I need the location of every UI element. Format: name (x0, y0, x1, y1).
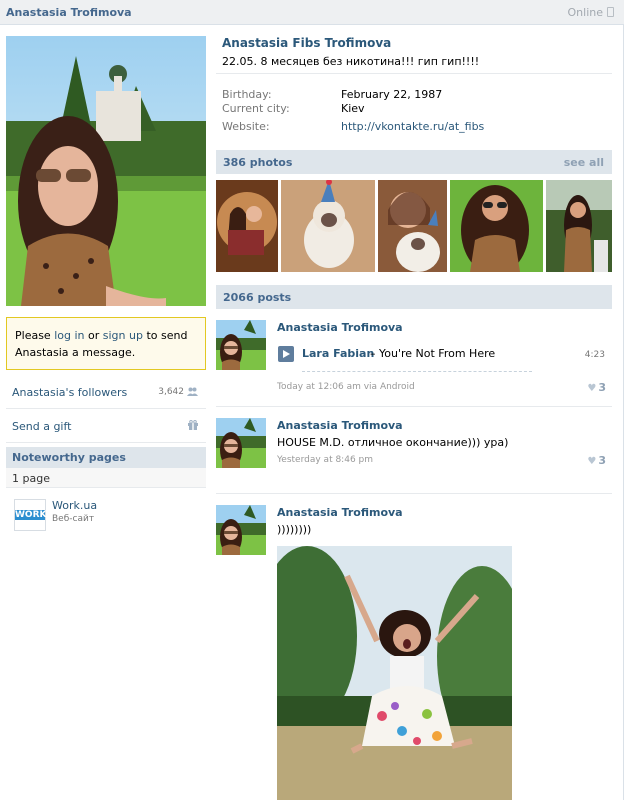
info-value: February 22, 1987 (341, 88, 443, 101)
post-author-name[interactable]: Anastasia Trofimova (277, 321, 403, 334)
info-key: Birthday: (222, 88, 272, 101)
profile-photo[interactable] (6, 36, 206, 306)
heart-icon: ♥ (587, 383, 597, 394)
info-value: Kiev (341, 102, 365, 115)
info-row-website: Website: http://vkontakte.ru/at_fibs (222, 120, 612, 138)
login-link[interactable]: log in (54, 329, 84, 342)
post-author-avatar[interactable] (216, 320, 266, 370)
info-key: Website: (222, 120, 270, 133)
pages-count: 1 page (12, 472, 50, 485)
posts-title: 2066 posts (223, 291, 292, 304)
pages-count-header: 1 page (6, 468, 206, 488)
noteworthy-pages-title: Noteworthy pages (12, 451, 126, 464)
audio-artist[interactable]: Lara Fabian (302, 347, 374, 360)
info-row-city: Current city: Kiev (222, 102, 612, 120)
send-gift-label[interactable]: Send a gift (12, 420, 71, 433)
audio-title: – You're Not From Here (370, 347, 496, 360)
profile-status: 22.05. 8 месяцев без никотина!!! гип гип… (222, 55, 480, 68)
page-title-link[interactable]: Work.ua (52, 499, 97, 512)
signup-link[interactable]: sign up (103, 329, 143, 342)
like-button[interactable]: ♥ 3 (587, 454, 606, 467)
work-ua-logo-text: WORK (15, 510, 47, 520)
like-count: 3 (598, 381, 606, 394)
like-count: 3 (598, 454, 606, 467)
page-subtitle: Веб-сайт (52, 514, 95, 524)
heart-icon: ♥ (587, 456, 597, 467)
photo-thumb[interactable] (546, 180, 612, 272)
audio-progress-line[interactable] (302, 371, 532, 372)
audio-duration: 4:23 (584, 350, 605, 360)
profile-name-header[interactable]: Anastasia Trofimova (6, 6, 132, 19)
play-icon[interactable] (278, 346, 294, 362)
like-button[interactable]: ♥ 3 (587, 381, 606, 394)
followers-count: 3,642 (158, 387, 184, 397)
photo-thumb[interactable] (281, 180, 375, 272)
profile-full-name: Anastasia Fibs Trofimova (222, 36, 392, 50)
mobile-icon (607, 7, 614, 17)
photos-title: 386 photos (223, 156, 293, 169)
online-status: Online (568, 6, 614, 19)
post-timestamp[interactable]: Yesterday at 8:46 pm (277, 455, 373, 465)
photo-thumb[interactable] (216, 180, 278, 272)
top-bar: Anastasia Trofimova Online (0, 0, 624, 25)
photo-thumb[interactable] (378, 180, 447, 272)
divider (216, 493, 612, 494)
post-author-name[interactable]: Anastasia Trofimova (277, 506, 403, 519)
post-text: HOUSE M.D. отличное окончание))) ура) (277, 436, 509, 449)
photos-header[interactable]: 386 photos see all (216, 150, 612, 174)
noteworthy-pages-header[interactable]: Noteworthy pages (6, 447, 206, 468)
people-icon (187, 386, 198, 399)
post-author-avatar[interactable] (216, 505, 266, 555)
gift-icon (188, 420, 198, 433)
divider (216, 406, 612, 407)
send-gift-row[interactable]: Send a gift (6, 410, 206, 443)
info-key: Current city: (222, 102, 290, 115)
post-author-name[interactable]: Anastasia Trofimova (277, 419, 403, 432)
photo-strip (216, 180, 612, 272)
photo-thumb[interactable] (450, 180, 543, 272)
message-prefix: Please (15, 329, 55, 342)
see-all-link[interactable]: see all (564, 156, 604, 169)
message-prompt-box: Please log in or sign up to send Anastas… (6, 317, 206, 370)
noteworthy-page-item[interactable]: WORK Work.ua Веб-сайт (6, 497, 206, 543)
post-photo[interactable] (277, 546, 512, 800)
divider (216, 73, 612, 74)
website-link[interactable]: http://vkontakte.ru/at_fibs (341, 120, 484, 133)
work-ua-logo[interactable]: WORK (14, 499, 46, 531)
audio-attachment: Lara Fabian – You're Not From Here 4:23 (277, 344, 607, 372)
post-text: )))))))) (277, 523, 312, 536)
followers-label[interactable]: Anastasia's followers (12, 386, 127, 399)
message-or: or (84, 329, 103, 342)
post-timestamp[interactable]: Today at 12:06 am via Android (277, 382, 415, 392)
online-label: Online (567, 6, 603, 19)
followers-row[interactable]: Anastasia's followers 3,642 (6, 376, 206, 409)
post-author-avatar[interactable] (216, 418, 266, 468)
posts-header[interactable]: 2066 posts (216, 285, 612, 309)
